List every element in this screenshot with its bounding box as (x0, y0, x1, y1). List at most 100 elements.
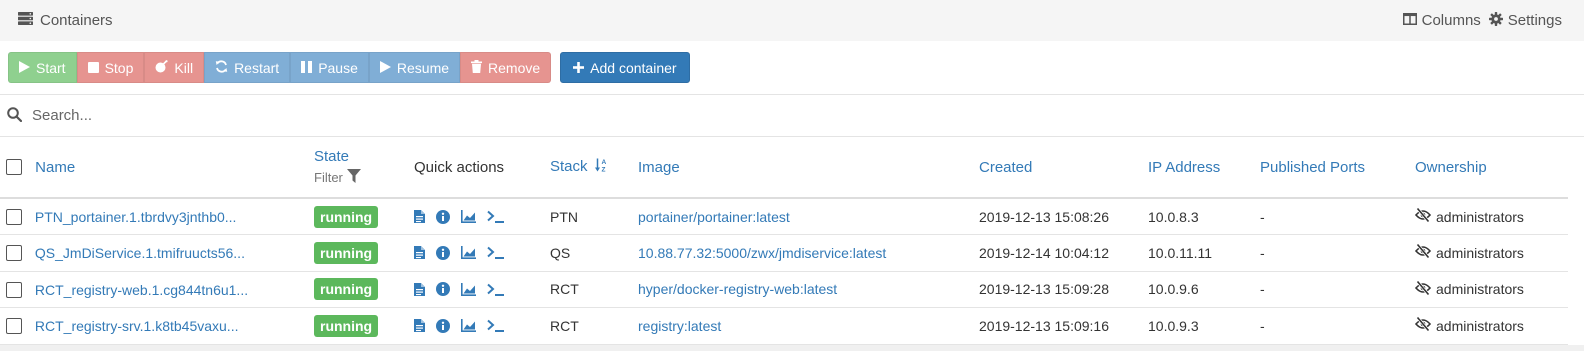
container-name-link[interactable]: PTN_portainer.1.tbrdvy3jnthb0... (35, 209, 237, 225)
ports-cell: - (1260, 244, 1265, 261)
console-icon[interactable] (487, 210, 504, 223)
image-link[interactable]: 10.88.77.32:5000/zwx/jmdiservice:latest (638, 245, 886, 261)
play-icon (379, 60, 391, 76)
gear-icon (1488, 11, 1503, 30)
sort-alpha-icon: A Z (594, 158, 608, 176)
stats-icon[interactable] (461, 246, 476, 260)
stack-cell: PTN (550, 208, 578, 225)
stats-icon[interactable] (461, 210, 476, 223)
created-cell: 2019-12-13 15:08:26 (979, 208, 1109, 225)
ownership-cell: administrators (1415, 271, 1568, 308)
quick-actions-column-header: Quick actions (414, 158, 505, 176)
sort-by-ip[interactable]: IP Address (1148, 159, 1220, 176)
resume-button[interactable]: Resume (368, 52, 461, 83)
server-icon (18, 12, 33, 29)
restart-button[interactable]: Restart (204, 52, 291, 83)
info-icon[interactable] (436, 209, 450, 224)
name-column-header: Name (0, 137, 314, 198)
logs-icon[interactable] (414, 282, 425, 296)
logs-icon[interactable] (414, 246, 425, 260)
settings-label: Settings (1507, 12, 1562, 29)
status-badge: running (314, 314, 379, 337)
sort-by-name[interactable]: Name (35, 159, 75, 176)
table-row: RCT_registry-web.1.cg844tn6u1... running (0, 271, 1568, 308)
row-checkbox[interactable] (6, 245, 22, 262)
add-container-button[interactable]: Add container (560, 52, 690, 83)
sort-by-state[interactable]: State (314, 148, 414, 165)
columns-button[interactable]: Columns (1402, 12, 1481, 29)
logs-icon[interactable] (414, 210, 425, 223)
container-name-link[interactable]: QS_JmDiService.1.tmifruucts56... (35, 245, 245, 261)
ip-column-header: IP Address (1148, 137, 1260, 198)
svg-text:A: A (601, 159, 606, 166)
start-button[interactable]: Start (8, 52, 77, 83)
search-icon (7, 106, 23, 125)
kill-button[interactable]: Kill (144, 52, 205, 83)
stats-icon[interactable] (461, 319, 476, 333)
pause-label: Pause (318, 59, 358, 76)
table-header-row: Name State Filter Quick actions Stack A … (0, 137, 1568, 198)
stop-label: Stop (104, 59, 134, 76)
ip-cell: 10.0.8.3 (1148, 208, 1199, 225)
created-column-header: Created (979, 137, 1148, 198)
table-row: PTN_portainer.1.tbrdvy3jnthb0... running (0, 198, 1568, 235)
info-icon[interactable] (436, 245, 450, 260)
created-cell: 2019-12-13 15:09:16 (979, 317, 1109, 334)
select-all-checkbox[interactable] (6, 159, 22, 176)
ports-cell: - (1260, 317, 1265, 334)
ports-cell: - (1260, 208, 1265, 225)
logs-icon[interactable] (414, 319, 425, 333)
remove-button[interactable]: Remove (460, 52, 552, 83)
start-label: Start (36, 59, 66, 76)
columns-label: Columns (1421, 12, 1481, 29)
sort-by-ownership[interactable]: Ownership (1415, 159, 1487, 176)
row-checkbox[interactable] (6, 209, 22, 226)
image-cell: hyper/docker-registry-web:latest (638, 271, 979, 308)
eye-slash-icon (1415, 280, 1432, 298)
image-cell: portainer/portainer:latest (638, 198, 979, 235)
pause-button[interactable]: Pause (290, 52, 369, 83)
ports-cell: - (1260, 281, 1265, 298)
containers-table: Name State Filter Quick actions Stack A … (0, 137, 1568, 345)
row-checkbox[interactable] (6, 281, 22, 298)
name-cell: RCT_registry-srv.1.k8tb45vaxu... (0, 308, 314, 345)
sort-by-image[interactable]: Image (638, 159, 680, 176)
stack-cell: QS (550, 244, 571, 261)
container-name-link[interactable]: RCT_registry-web.1.cg844tn6u1... (35, 282, 248, 298)
eye-slash-icon (1415, 207, 1432, 225)
stack-cell: RCT (550, 317, 579, 334)
console-icon[interactable] (487, 283, 504, 296)
container-name-link[interactable]: RCT_registry-srv.1.k8tb45vaxu... (35, 318, 239, 334)
image-link[interactable]: portainer/portainer:latest (638, 209, 790, 225)
image-cell: 10.88.77.32:5000/zwx/jmdiservice:latest (638, 235, 979, 272)
ownership-label: administrators (1436, 281, 1524, 298)
sort-by-ports[interactable]: Published Ports (1260, 159, 1365, 176)
sort-by-created[interactable]: Created (979, 159, 1032, 176)
table-row: RCT_registry-srv.1.k8tb45vaxu... running (0, 308, 1568, 345)
stats-icon[interactable] (461, 282, 476, 296)
state-cell: running (314, 198, 414, 235)
page-title: Containers (40, 12, 113, 29)
name-cell: QS_JmDiService.1.tmifruucts56... (0, 235, 314, 272)
row-checkbox[interactable] (6, 318, 22, 335)
ip-cell: 10.0.9.3 (1148, 317, 1199, 334)
image-link[interactable]: hyper/docker-registry-web:latest (638, 281, 837, 297)
image-link[interactable]: registry:latest (638, 318, 721, 334)
panel-header-actions: Columns Settings (1402, 11, 1562, 30)
stop-button[interactable]: Stop (76, 52, 145, 83)
state-filter-button[interactable]: Filter (314, 169, 414, 186)
quick-actions-cell (414, 235, 550, 272)
name-cell: PTN_portainer.1.tbrdvy3jnthb0... (0, 198, 314, 235)
info-icon[interactable] (436, 282, 450, 297)
status-badge: running (314, 278, 379, 301)
container-action-group: Start Stop Kill Restart Pause Resume Rem… (8, 52, 552, 83)
search-input[interactable] (30, 106, 1584, 125)
console-icon[interactable] (487, 319, 504, 333)
sort-by-stack[interactable]: Stack (550, 158, 588, 175)
info-icon[interactable] (436, 318, 450, 333)
console-icon[interactable] (487, 246, 504, 260)
settings-button[interactable]: Settings (1488, 11, 1562, 30)
columns-icon (1402, 12, 1417, 29)
plus-icon (573, 60, 585, 76)
quick-actions-cell (414, 198, 550, 235)
